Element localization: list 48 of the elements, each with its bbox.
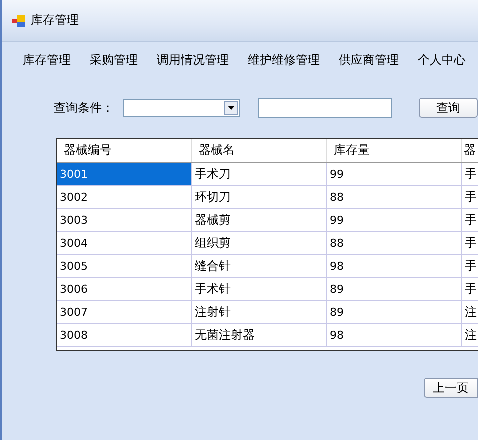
table-cell[interactable]: 手 xyxy=(462,209,478,232)
previous-page-button[interactable]: 上一页 xyxy=(424,378,478,398)
table-cell[interactable]: 手 xyxy=(462,278,478,301)
table-cell[interactable]: 环切刀 xyxy=(192,186,327,209)
table-cell[interactable]: 3001 xyxy=(57,163,192,186)
column-header[interactable]: 器械名 xyxy=(192,139,327,162)
table-cell[interactable]: 99 xyxy=(327,209,462,232)
table-cell[interactable]: 缝合针 xyxy=(192,255,327,278)
table-cell[interactable]: 88 xyxy=(327,186,462,209)
query-button[interactable]: 查询 xyxy=(419,98,478,118)
table-cell[interactable]: 3008 xyxy=(57,324,192,347)
menu-item[interactable]: 个人中心 xyxy=(418,52,466,68)
menu-item[interactable]: 调用情况管理 xyxy=(157,52,229,68)
table-cell[interactable]: 3007 xyxy=(57,301,192,324)
table-cell[interactable]: 手 xyxy=(462,232,478,255)
table-cell[interactable]: 器械剪 xyxy=(192,209,327,232)
menu-item[interactable]: 采购管理 xyxy=(90,52,138,68)
table-cell[interactable]: 无菌注射器 xyxy=(192,324,327,347)
table-cell[interactable]: 3003 xyxy=(57,209,192,232)
column-header[interactable]: 器 xyxy=(462,139,478,162)
app-icon xyxy=(12,14,26,28)
table-cell[interactable]: 88 xyxy=(327,232,462,255)
table-cell[interactable]: 注 xyxy=(462,301,478,324)
table-cell[interactable]: 手 xyxy=(462,186,478,209)
table-cell[interactable]: 注射针 xyxy=(192,301,327,324)
table-cell[interactable]: 组织剪 xyxy=(192,232,327,255)
query-field[interactable] xyxy=(258,98,392,118)
table-cell[interactable]: 注 xyxy=(462,324,478,347)
table-cell[interactable]: 3005 xyxy=(57,255,192,278)
table-cell[interactable]: 3006 xyxy=(57,278,192,301)
table-cell[interactable]: 手术针 xyxy=(192,278,327,301)
table-cell[interactable]: 手 xyxy=(462,163,478,186)
column-header[interactable]: 器械编号 xyxy=(57,139,192,162)
table-cell[interactable]: 3002 xyxy=(57,186,192,209)
table-cell[interactable]: 99 xyxy=(327,163,462,186)
table-cell[interactable]: 89 xyxy=(327,301,462,324)
table-cell[interactable]: 98 xyxy=(327,324,462,347)
column-header[interactable]: 库存量 xyxy=(327,139,462,162)
table-cell[interactable]: 89 xyxy=(327,278,462,301)
table-cell[interactable]: 98 xyxy=(327,255,462,278)
table-cell[interactable]: 手术刀 xyxy=(192,163,327,186)
menu-item[interactable]: 供应商管理 xyxy=(339,52,399,68)
query-label: 查询条件： xyxy=(54,100,115,116)
table-cell[interactable]: 手 xyxy=(462,255,478,278)
window-title: 库存管理 xyxy=(31,12,79,29)
menu-item[interactable]: 维护维修管理 xyxy=(248,52,320,68)
menu-item[interactable]: 库存管理 xyxy=(23,52,71,68)
table-cell[interactable]: 3004 xyxy=(57,232,192,255)
